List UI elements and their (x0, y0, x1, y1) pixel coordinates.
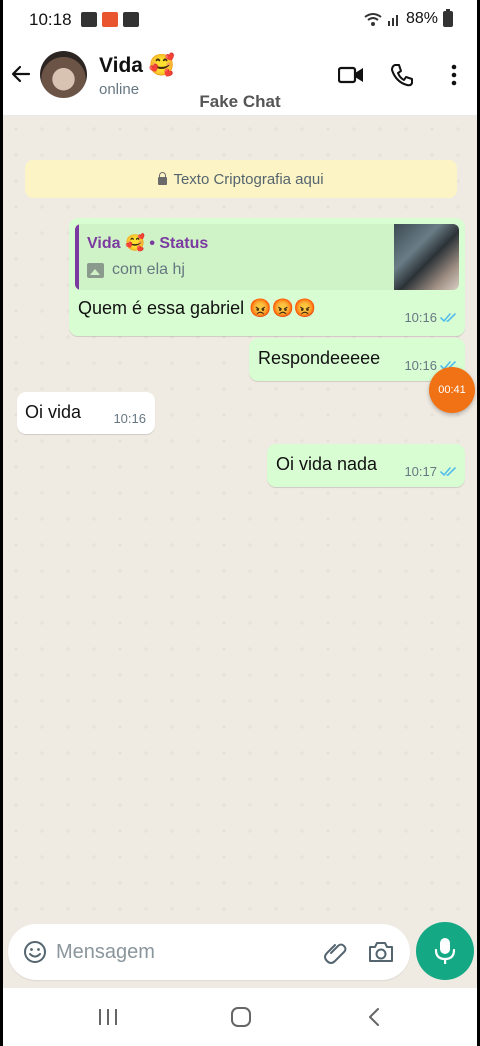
contact-name[interactable]: Vida 🥰 (99, 54, 175, 78)
message-bubble-incoming[interactable]: Oi vida 10:16 (17, 392, 155, 434)
status-thumbnail[interactable] (394, 224, 459, 290)
status-bar: 10:18 88% (3, 0, 477, 42)
message-text: Quem é essa gabriel 😡😡😡 (78, 298, 317, 318)
quote-body-text: com ela hj (112, 261, 185, 278)
recording-timer[interactable]: 00:41 (429, 367, 475, 413)
attach-icon[interactable] (323, 939, 349, 965)
message-text: Oi vida (25, 402, 82, 422)
image-icon (87, 262, 104, 278)
battery-percent: 88% (405, 10, 438, 27)
image-notification-icon (123, 12, 139, 27)
mic-button[interactable] (416, 922, 474, 980)
signal-icon (387, 15, 398, 26)
message-time: 10:16 (113, 411, 146, 426)
video-notification-icon (81, 12, 97, 27)
back-arrow-icon[interactable] (9, 62, 33, 86)
quote-body: com ela hj (87, 261, 185, 279)
message-meta: 10:16 (113, 411, 146, 426)
nav-back-icon[interactable] (363, 1005, 387, 1029)
battery-icon (443, 9, 453, 27)
read-ticks-icon (440, 313, 456, 323)
message-bubble-outgoing[interactable]: Respondeeeee 10:16 (249, 338, 465, 381)
voice-call-icon[interactable] (389, 62, 415, 88)
message-text: Respondeeeee (258, 348, 381, 368)
encryption-notice-text: Texto Criptografia aqui (173, 170, 324, 188)
lock-icon (158, 171, 168, 185)
message-time: 10:16 (404, 358, 437, 373)
status-reply-quote[interactable]: Vida 🥰 • Status com ela hj (75, 224, 459, 290)
message-time: 10:16 (404, 310, 437, 325)
wifi-icon (364, 12, 382, 26)
screen: 10:18 88% Vida 🥰 online Fake Chat Texto … (3, 0, 477, 1046)
home-icon[interactable] (229, 1005, 253, 1029)
more-options-icon[interactable] (441, 62, 467, 88)
message-text: Oi vida nada (276, 454, 378, 474)
message-meta: 10:17 (404, 464, 458, 479)
recent-apps-icon[interactable] (96, 1005, 120, 1029)
message-bubble-outgoing[interactable]: Oi vida nada 10:17 (267, 444, 465, 487)
status-right: 88% (364, 9, 453, 28)
mic-icon (434, 938, 456, 964)
contact-avatar[interactable] (40, 51, 87, 98)
encryption-notice[interactable]: Texto Criptografia aqui (25, 160, 457, 198)
status-time: 10:18 (29, 10, 72, 29)
camera-icon[interactable] (368, 940, 394, 964)
video-call-icon[interactable] (338, 62, 364, 88)
system-nav-bar (3, 988, 477, 1046)
chat-area[interactable]: Texto Criptografia aqui Vida 🥰 • Status … (3, 116, 477, 924)
message-composer (8, 924, 410, 980)
quote-title: Vida 🥰 • Status (87, 235, 209, 252)
notification-icons (81, 12, 139, 27)
message-time: 10:17 (404, 464, 437, 479)
message-meta: 10:16 (404, 310, 458, 325)
emoji-icon[interactable] (23, 940, 47, 964)
app-notification-icon (102, 12, 118, 27)
read-ticks-icon (440, 467, 456, 477)
message-input[interactable] (56, 936, 306, 968)
fake-chat-watermark: Fake Chat (199, 92, 281, 111)
message-bubble-outgoing[interactable]: Vida 🥰 • Status com ela hj Quem é essa g… (69, 218, 465, 336)
quote-accent-bar (75, 224, 79, 290)
